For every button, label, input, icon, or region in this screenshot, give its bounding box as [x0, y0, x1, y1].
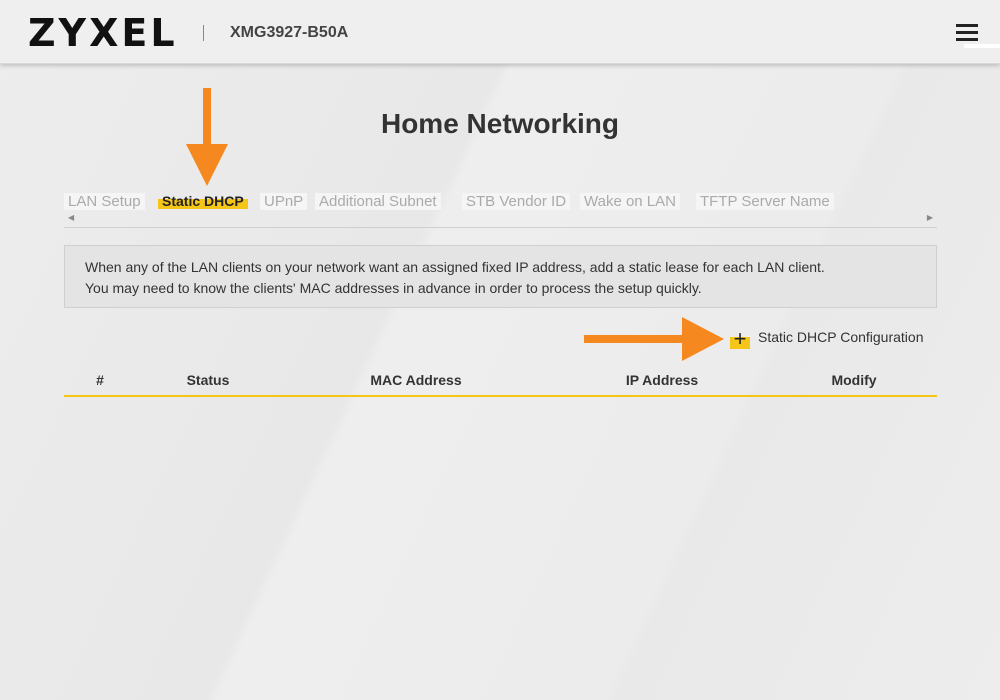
column-header-status: Status	[186, 372, 230, 388]
add-static-dhcp-label[interactable]: Static DHCP Configuration	[758, 329, 923, 345]
tab-stb-vendor-id[interactable]: STB Vendor ID	[462, 193, 571, 210]
menu-highlight	[964, 44, 1000, 48]
column-header-ip-address: IP Address	[625, 372, 699, 388]
table-header: # Status MAC Address IP Address Modify	[64, 371, 937, 397]
tab-upnp[interactable]: UPnP	[260, 193, 308, 210]
tab-tftp-server-name[interactable]: TFTP Server Name	[696, 193, 834, 210]
plus-icon[interactable]: +	[730, 328, 750, 350]
info-line-2: You may need to know the clients' MAC ad…	[85, 280, 702, 296]
column-header-modify: Modify	[831, 372, 877, 388]
info-box: When any of the LAN clients on your netw…	[64, 245, 937, 308]
annotation-arrow-down-icon	[186, 88, 228, 186]
tab-wake-on-lan[interactable]: Wake on LAN	[580, 193, 680, 210]
page-title: Home Networking	[380, 108, 620, 139]
tab-scrollbar[interactable]: ◀ ▶	[64, 212, 937, 228]
header-divider	[203, 25, 204, 41]
scroll-right-icon[interactable]: ▶	[927, 213, 933, 222]
scroll-left-icon[interactable]: ◀	[68, 213, 74, 222]
annotation-arrow-right-icon	[584, 317, 724, 361]
info-line-1: When any of the LAN clients on your netw…	[85, 259, 825, 275]
model-name: XMG3927-B50A	[230, 24, 349, 41]
tab-additional-subnet[interactable]: Additional Subnet	[315, 193, 441, 210]
hamburger-menu-icon[interactable]	[956, 22, 982, 44]
zyxel-logo: ZYXEL	[28, 11, 178, 55]
column-header-index: #	[96, 372, 104, 388]
tab-lan-setup[interactable]: LAN Setup	[64, 193, 145, 210]
top-bar: ZYXEL XMG3927-B50A	[0, 0, 1000, 64]
column-header-mac-address: MAC Address	[370, 372, 462, 388]
tab-bar: LAN Setup Static DHCP UPnP Additional Su…	[64, 193, 937, 210]
tab-static-dhcp[interactable]: Static DHCP	[158, 193, 248, 209]
